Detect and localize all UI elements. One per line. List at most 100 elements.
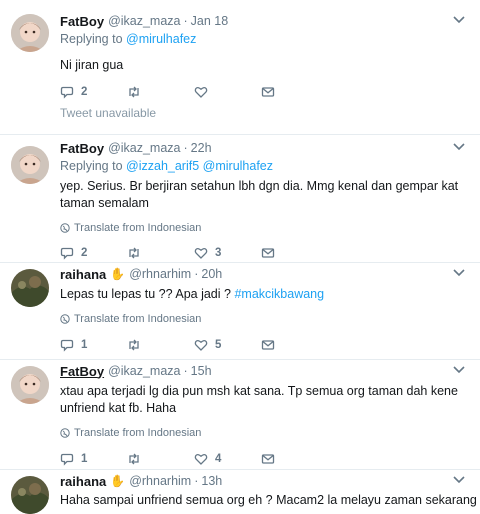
hashtag-link[interactable]: #makcikbawang bbox=[234, 287, 324, 301]
separator-dot: · bbox=[194, 474, 199, 488]
globe-icon bbox=[60, 428, 70, 438]
tweet-actions: 2 bbox=[60, 84, 466, 100]
author-name[interactable]: raihana bbox=[60, 474, 106, 489]
translate-link[interactable]: Translate from Indonesian bbox=[60, 426, 466, 440]
retweet-button[interactable] bbox=[127, 85, 194, 99]
timestamp[interactable]: 13h bbox=[201, 474, 222, 488]
tweet-actions: 1 5 bbox=[60, 337, 466, 353]
heart-icon bbox=[194, 339, 208, 351]
like-count: 4 bbox=[215, 453, 222, 465]
timestamp[interactable]: 20h bbox=[201, 267, 222, 281]
retweet-button[interactable] bbox=[127, 338, 194, 352]
reply-button[interactable]: 2 bbox=[60, 246, 127, 260]
tweet-header: FatBoy @ikaz_maza · 15h bbox=[60, 362, 466, 380]
chevron-down-icon[interactable] bbox=[452, 12, 466, 26]
author-handle[interactable]: @rhnarhim bbox=[129, 267, 191, 281]
like-button[interactable] bbox=[194, 85, 261, 99]
chevron-down-icon[interactable] bbox=[452, 362, 466, 376]
like-button[interactable]: 3 bbox=[194, 246, 261, 260]
separator-dot: · bbox=[183, 14, 188, 28]
replying-label: Replying to bbox=[60, 32, 123, 46]
tweet[interactable]: FatBoy @ikaz_maza · Jan 18 Replying to @… bbox=[0, 0, 480, 135]
avatar[interactable] bbox=[11, 476, 49, 514]
reply-count: 1 bbox=[81, 453, 88, 465]
reply-button[interactable]: 1 bbox=[60, 338, 127, 352]
like-button[interactable]: 4 bbox=[194, 452, 261, 466]
tweet[interactable]: FatBoy @ikaz_maza · 22h Replying to @izz… bbox=[0, 135, 480, 263]
retweet-icon bbox=[129, 339, 139, 351]
chevron-down-icon[interactable] bbox=[452, 472, 466, 486]
tweet-header: raihana ✋ @rhnarhim · 13h bbox=[60, 472, 466, 490]
tweet-header: raihana ✋ @rhnarhim · 20h bbox=[60, 265, 466, 283]
author-handle[interactable]: @ikaz_maza bbox=[108, 141, 180, 155]
heart-icon bbox=[194, 453, 208, 465]
avatar[interactable] bbox=[11, 366, 49, 404]
tweet-header: FatBoy @ikaz_maza · 22h bbox=[60, 139, 466, 157]
tweet-text: Ni jiran gua bbox=[60, 58, 124, 72]
mention-link[interactable]: @mirulhafez bbox=[203, 159, 273, 173]
reply-count: 1 bbox=[81, 339, 88, 351]
tweet-header: FatBoy @ikaz_maza · Jan 18 bbox=[60, 12, 466, 30]
avatar[interactable] bbox=[11, 146, 49, 184]
envelope-icon bbox=[261, 248, 275, 258]
dm-button[interactable] bbox=[261, 338, 328, 352]
reply-icon bbox=[60, 339, 74, 352]
avatar[interactable] bbox=[11, 14, 49, 52]
like-count: 5 bbox=[215, 339, 222, 351]
dm-button[interactable] bbox=[261, 85, 328, 99]
timestamp[interactable]: Jan 18 bbox=[191, 14, 229, 28]
author-name[interactable]: FatBoy bbox=[60, 364, 104, 379]
replying-to: Replying to @izzah_arif5 @mirulhafez bbox=[60, 159, 466, 175]
author-handle[interactable]: @ikaz_maza bbox=[108, 14, 180, 28]
reply-count: 2 bbox=[81, 247, 88, 259]
author-handle[interactable]: @ikaz_maza bbox=[108, 364, 180, 378]
timestamp[interactable]: 15h bbox=[191, 364, 212, 378]
retweet-button[interactable] bbox=[127, 452, 194, 466]
retweet-icon bbox=[129, 247, 139, 259]
heart-icon bbox=[194, 247, 208, 259]
chevron-down-icon[interactable] bbox=[452, 139, 466, 153]
retweet-button[interactable] bbox=[127, 246, 194, 260]
chevron-down-icon[interactable] bbox=[452, 265, 466, 279]
replying-to: Replying to @mirulhafez bbox=[60, 32, 466, 48]
retweet-icon bbox=[129, 453, 139, 465]
tweet-unavailable: Tweet unavailable bbox=[60, 106, 157, 120]
mention-link[interactable]: @mirulhafez bbox=[126, 32, 196, 46]
hand-emoji-icon: ✋ bbox=[110, 474, 126, 488]
tweet[interactable]: raihana ✋ @rhnarhim · 20h Lepas tu lepas… bbox=[0, 263, 480, 360]
dm-button[interactable] bbox=[261, 246, 328, 260]
dm-button[interactable] bbox=[261, 452, 328, 466]
reply-button[interactable]: 2 bbox=[60, 85, 127, 99]
tweet[interactable]: raihana ✋ @rhnarhim · 13h Haha sampai un… bbox=[0, 470, 480, 514]
tweet-text: yep. Serius. Br berjiran setahun lbh dgn… bbox=[60, 179, 459, 210]
tweet[interactable]: FatBoy @ikaz_maza · 15h xtau apa terjadi… bbox=[0, 360, 480, 470]
reply-icon bbox=[60, 247, 74, 260]
translate-link[interactable]: Translate from Indonesian bbox=[60, 221, 466, 235]
envelope-icon bbox=[261, 87, 275, 97]
tweet-text: xtau apa terjadi lg dia pun msh kat sana… bbox=[60, 384, 458, 415]
mention-link[interactable]: @izzah_arif5 bbox=[126, 159, 199, 173]
replying-label: Replying to bbox=[60, 159, 123, 173]
reply-icon bbox=[60, 86, 74, 99]
tweet-actions: 1 4 bbox=[60, 451, 466, 467]
reply-count: 2 bbox=[81, 86, 88, 98]
translate-link[interactable]: Translate from Indonesian bbox=[60, 312, 466, 326]
timestamp[interactable]: 22h bbox=[191, 141, 212, 155]
author-name[interactable]: raihana bbox=[60, 267, 106, 282]
separator-dot: · bbox=[194, 267, 199, 281]
separator-dot: · bbox=[183, 364, 188, 378]
translate-label: Translate from Indonesian bbox=[74, 222, 202, 234]
author-name[interactable]: FatBoy bbox=[60, 14, 104, 29]
like-button[interactable]: 5 bbox=[194, 338, 261, 352]
separator-dot: · bbox=[183, 141, 188, 155]
tweet-text: Haha sampai unfriend semua org eh ? Maca… bbox=[60, 493, 480, 507]
tweet-actions: 2 3 bbox=[60, 245, 466, 261]
reply-button[interactable]: 1 bbox=[60, 452, 127, 466]
avatar[interactable] bbox=[11, 269, 49, 307]
author-name[interactable]: FatBoy bbox=[60, 141, 104, 156]
hand-emoji-icon: ✋ bbox=[110, 267, 126, 281]
author-handle[interactable]: @rhnarhim bbox=[129, 474, 191, 488]
globe-icon bbox=[60, 314, 70, 324]
heart-icon bbox=[194, 86, 208, 98]
globe-icon bbox=[60, 223, 70, 233]
